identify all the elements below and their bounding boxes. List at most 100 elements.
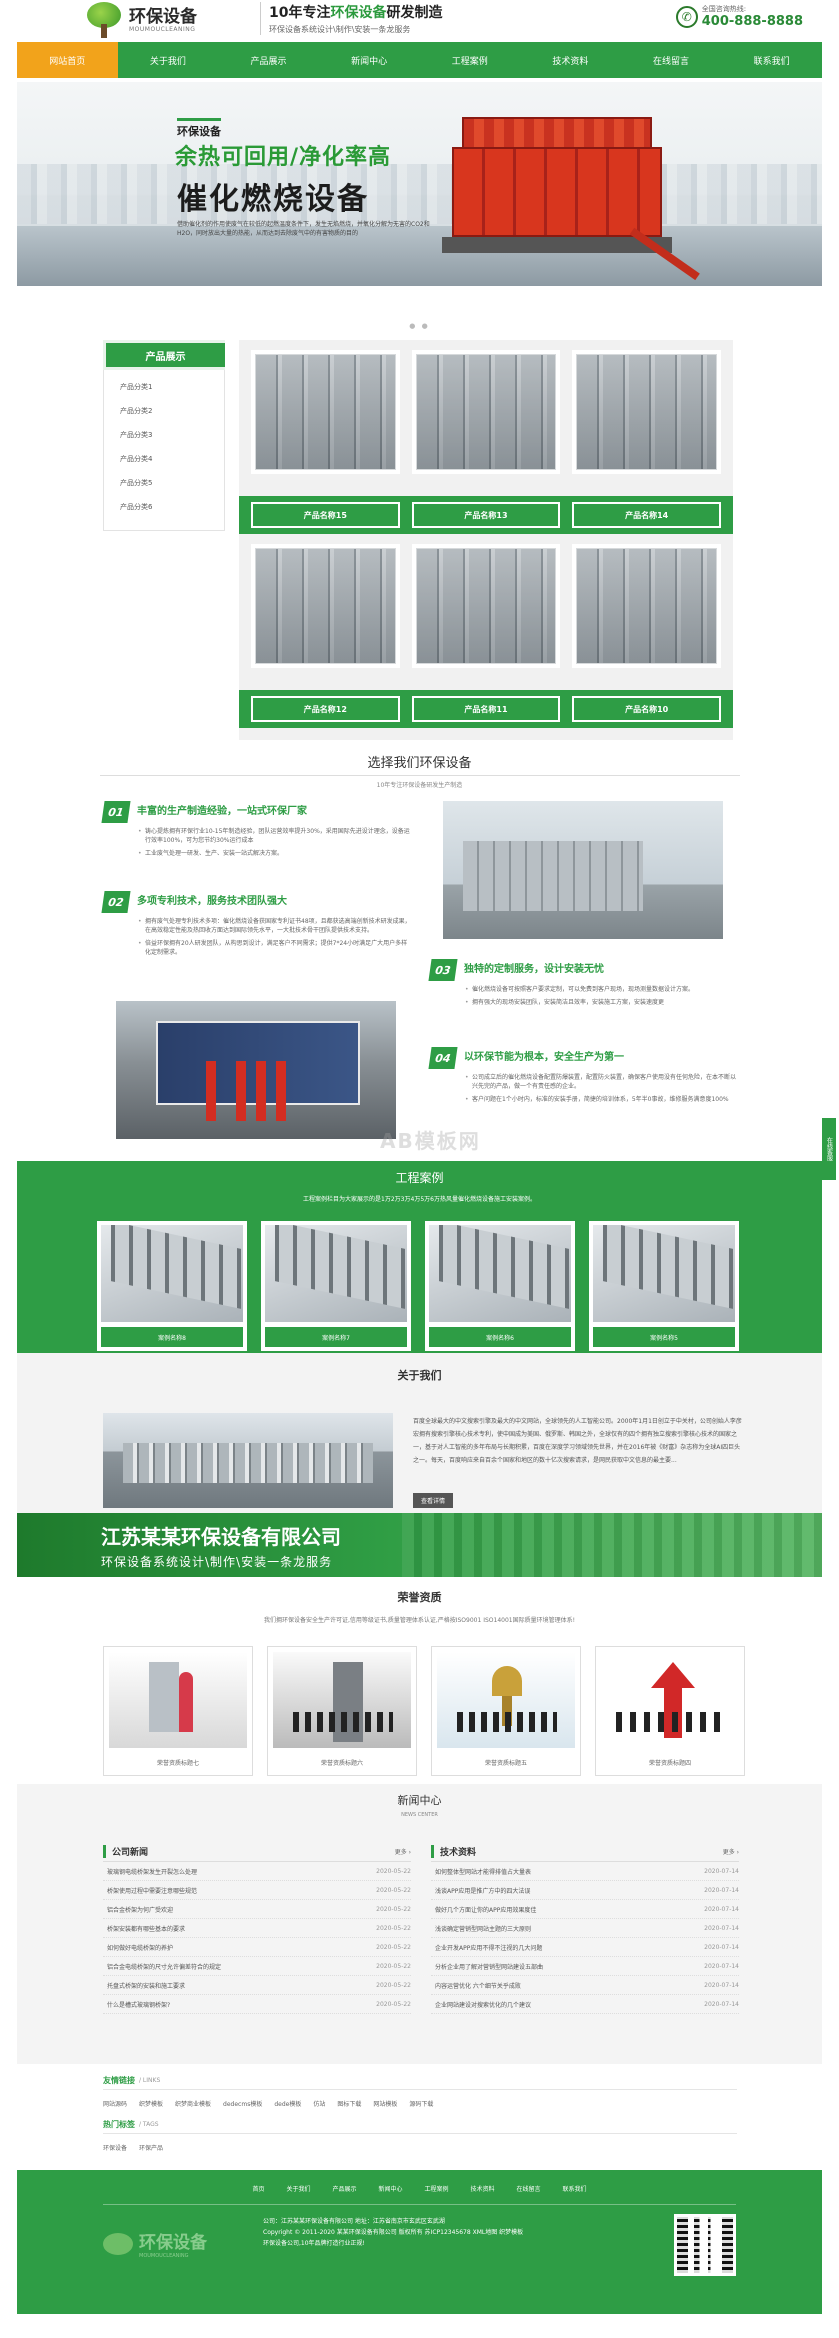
news-row[interactable]: 桥架安装都有哪些基本的要求 2020-05-22 xyxy=(103,1919,411,1938)
catalytic-equipment-image xyxy=(432,107,702,281)
product-grid: 产品名称15 产品名称13 产品名称14 产品名称12 产品名称11 产品名称1… xyxy=(239,340,733,740)
news-row[interactable]: 铝合金桥架为何广受欢迎 2020-05-22 xyxy=(103,1900,411,1919)
tech-news-more[interactable]: 更多 › xyxy=(723,1847,739,1856)
header-slogan: 10年专注环保设备研发制造 环保设备系统设计\制作\安装一条龙服务 xyxy=(260,2,442,35)
news-row[interactable]: 如何做好电缆桥架的养护 2020-05-22 xyxy=(103,1938,411,1957)
news-row[interactable]: 玻璃钢电缆桥架发生开裂怎么处理 2020-05-22 xyxy=(103,1862,411,1881)
phone-icon: ✆ xyxy=(675,5,698,28)
tag-link[interactable]: 环保产品 xyxy=(139,2143,163,2152)
footer-nav-link[interactable]: 首页 xyxy=(252,2184,264,2193)
category-link[interactable]: 产品分类3 xyxy=(104,424,224,448)
watermark: AB模板网 xyxy=(380,1129,481,1153)
news-row[interactable]: 内容运营优化 六个细节关乎成败 2020-07-14 xyxy=(431,1976,739,1995)
honor-card[interactable]: 荣誉资质标题七 xyxy=(103,1646,253,1776)
tag-link[interactable]: 环保设备 xyxy=(103,2143,127,2152)
friend-link[interactable]: dedecms模板 xyxy=(223,2099,262,2108)
nav-cases[interactable]: 工程案例 xyxy=(420,42,521,78)
cases-section: 工程案例 工程案例栏目为大家展示的是1万2万3万4万5万6万热风量催化燃烧设备施… xyxy=(17,1161,822,1353)
nav-tech[interactable]: 技术资料 xyxy=(520,42,621,78)
nav-about[interactable]: 关于我们 xyxy=(118,42,219,78)
friend-link[interactable]: 源码下载 xyxy=(409,2099,433,2108)
tech-news: 技术资料 更多 › 如何整体型网站才能得排值占大量表 2020-07-14 浅谈AP… xyxy=(431,1842,739,2014)
category-link[interactable]: 产品分类1 xyxy=(104,376,224,400)
friend-link[interactable]: 网站模板 xyxy=(373,2099,397,2108)
logo-subtitle: MOUMOUCLEANING xyxy=(129,25,196,33)
footer-nav-link[interactable]: 联系我们 xyxy=(563,2184,587,2193)
site-footer: 首页 关于我们 产品展示 新闻中心 工程案例 技术资料 在线留言 联系我们 环保… xyxy=(17,2170,822,2314)
about-section: 关于我们 百度全球最大的中文搜索引擎及最大的中文网站，全球领先的人工智能公司。2… xyxy=(17,1353,822,1513)
news-row[interactable]: 做好几个方面让你的APP应用效果度佳 2020-07-14 xyxy=(431,1900,739,1919)
news-row[interactable]: 什么是槽式玻璃钢桥架? 2020-05-22 xyxy=(103,1995,411,2014)
news-row[interactable]: 企业开发APP应用不得不注视的几大问题 2020-07-14 xyxy=(431,1938,739,1957)
friend-link[interactable]: 仿站 xyxy=(313,2099,325,2108)
tree-logo-icon xyxy=(103,2232,133,2255)
friend-links: 友情链接 / LINKS 网站源码 织梦模板 织梦商业模板 dedecms模板 d… xyxy=(103,2072,737,2160)
company-news: 公司新闻 更多 › 玻璃钢电缆桥架发生开裂怎么处理 2020-05-22 桥架使用过… xyxy=(103,1842,411,2014)
about-more-button[interactable]: 查看详情 xyxy=(413,1493,454,1508)
footer-nav-link[interactable]: 新闻中心 xyxy=(378,2184,402,2193)
footer-nav-link[interactable]: 关于我们 xyxy=(286,2184,310,2193)
case-card[interactable]: 案例名称5 xyxy=(589,1221,739,1351)
friend-link[interactable]: 图标下载 xyxy=(337,2099,361,2108)
news-row[interactable]: 企业网站建设对搜索优化的几个建议 2020-07-14 xyxy=(431,1995,739,2014)
news-row[interactable]: 桥架使用过程中需要注意哪些规范 2020-05-22 xyxy=(103,1881,411,1900)
footer-logo: 环保设备 MOUMOUCLEANING xyxy=(103,2228,207,2259)
tree-logo-icon xyxy=(85,2,123,38)
product-sidebar: 产品展示 产品分类1 产品分类2 产品分类3 产品分类4 产品分类5 产品分类6 xyxy=(103,340,225,740)
news-row[interactable]: 分析企业用了解对营销型网站建设五部曲 2020-07-14 xyxy=(431,1957,739,1976)
nav-products[interactable]: 产品展示 xyxy=(218,42,319,78)
product-card[interactable]: 产品名称13 xyxy=(399,346,573,540)
why-title: 选择我们环保设备 xyxy=(367,756,472,771)
product-card[interactable]: 产品名称11 xyxy=(399,540,573,734)
friend-link[interactable]: 织梦模板 xyxy=(139,2099,163,2108)
category-link[interactable]: 产品分类6 xyxy=(104,496,224,520)
product-card[interactable]: 产品名称12 xyxy=(239,540,412,734)
footer-nav-link[interactable]: 工程案例 xyxy=(425,2184,449,2193)
why-subtitle: 10年专注环保设备研发生产制造 xyxy=(376,782,463,789)
equipment-photo xyxy=(443,801,723,939)
nav-contact[interactable]: 联系我们 xyxy=(721,42,822,78)
footer-nav-link[interactable]: 产品展示 xyxy=(332,2184,356,2193)
slider-dots[interactable]: ● ● xyxy=(0,322,839,330)
category-link[interactable]: 产品分类4 xyxy=(104,448,224,472)
news-row[interactable]: 托盘式桥架的安装和施工要求 2020-05-22 xyxy=(103,1976,411,1995)
category-link[interactable]: 产品分类5 xyxy=(104,472,224,496)
category-link[interactable]: 产品分类2 xyxy=(104,400,224,424)
case-card[interactable]: 案例名称7 xyxy=(261,1221,411,1351)
online-service-tab[interactable]: 在线客服 xyxy=(822,1118,836,1180)
product-card[interactable]: 产品名称14 xyxy=(560,346,733,540)
honor-card[interactable]: 荣誉资质标题六 xyxy=(267,1646,417,1776)
product-card[interactable]: 产品名称10 xyxy=(560,540,733,734)
nav-news[interactable]: 新闻中心 xyxy=(319,42,420,78)
honor-grid: 荣誉资质标题七 荣誉资质标题六 荣誉资质标题五 荣誉资质标题四 xyxy=(103,1646,839,1776)
news-row[interactable]: 铝合金电缆桥架的尺寸允许偏差符合的规定 2020-05-22 xyxy=(103,1957,411,1976)
footer-nav-link[interactable]: 技术资料 xyxy=(471,2184,495,2193)
news-row[interactable]: 浅谈确定营销型网站主题的三大原则 2020-07-14 xyxy=(431,1919,739,1938)
hero-banner[interactable]: 环保设备 余热可回用/净化率高 催化燃烧设备 借助催化剂的作用使废气在较低的起燃… xyxy=(17,82,822,286)
why-item-01: 01 丰富的生产制造经验，一站式环保厂家 铸心提炼拥有环保行业10-15年制造经… xyxy=(101,801,413,862)
rto-plant-photo xyxy=(116,1001,396,1139)
honor-card[interactable]: 荣誉资质标题四 xyxy=(595,1646,745,1776)
products-section: 产品展示 产品分类1 产品分类2 产品分类3 产品分类4 产品分类5 产品分类6… xyxy=(103,340,839,740)
news-section: 新闻中心 NEWS CENTER 公司新闻 更多 › 玻璃钢电缆桥架发生开裂怎么处… xyxy=(17,1784,822,2064)
friend-link[interactable]: 网站源码 xyxy=(103,2099,127,2108)
honor-title: 荣誉资质 xyxy=(397,1591,442,1604)
case-card[interactable]: 案例名称6 xyxy=(425,1221,575,1351)
top-header: 环保设备 MOUMOUCLEANING 10年专注环保设备研发制造 环保设备系统… xyxy=(0,0,839,42)
main-nav: 网站首页 关于我们 产品展示 新闻中心 工程案例 技术资料 在线留言 联系我们 xyxy=(17,42,822,78)
company-news-more[interactable]: 更多 › xyxy=(395,1847,411,1856)
friend-link[interactable]: dede模板 xyxy=(274,2099,301,2108)
product-card[interactable]: 产品名称15 xyxy=(239,346,412,540)
about-photo xyxy=(103,1413,393,1508)
logo-title: 环保设备 xyxy=(129,6,197,27)
news-row[interactable]: 浅谈APP应用是推广方中的四大法误 2020-07-14 xyxy=(431,1881,739,1900)
footer-nav-link[interactable]: 在线留言 xyxy=(517,2184,541,2193)
news-row[interactable]: 如何整体型网站才能得排值占大量表 2020-07-14 xyxy=(431,1862,739,1881)
case-card[interactable]: 案例名称8 xyxy=(97,1221,247,1351)
site-logo[interactable]: 环保设备 MOUMOUCLEANING xyxy=(85,2,197,38)
nav-message[interactable]: 在线留言 xyxy=(621,42,722,78)
honor-card[interactable]: 荣誉资质标题五 xyxy=(431,1646,581,1776)
qr-code-icon xyxy=(674,2214,736,2276)
nav-home[interactable]: 网站首页 xyxy=(17,42,118,78)
friend-link[interactable]: 织梦商业模板 xyxy=(175,2099,211,2108)
